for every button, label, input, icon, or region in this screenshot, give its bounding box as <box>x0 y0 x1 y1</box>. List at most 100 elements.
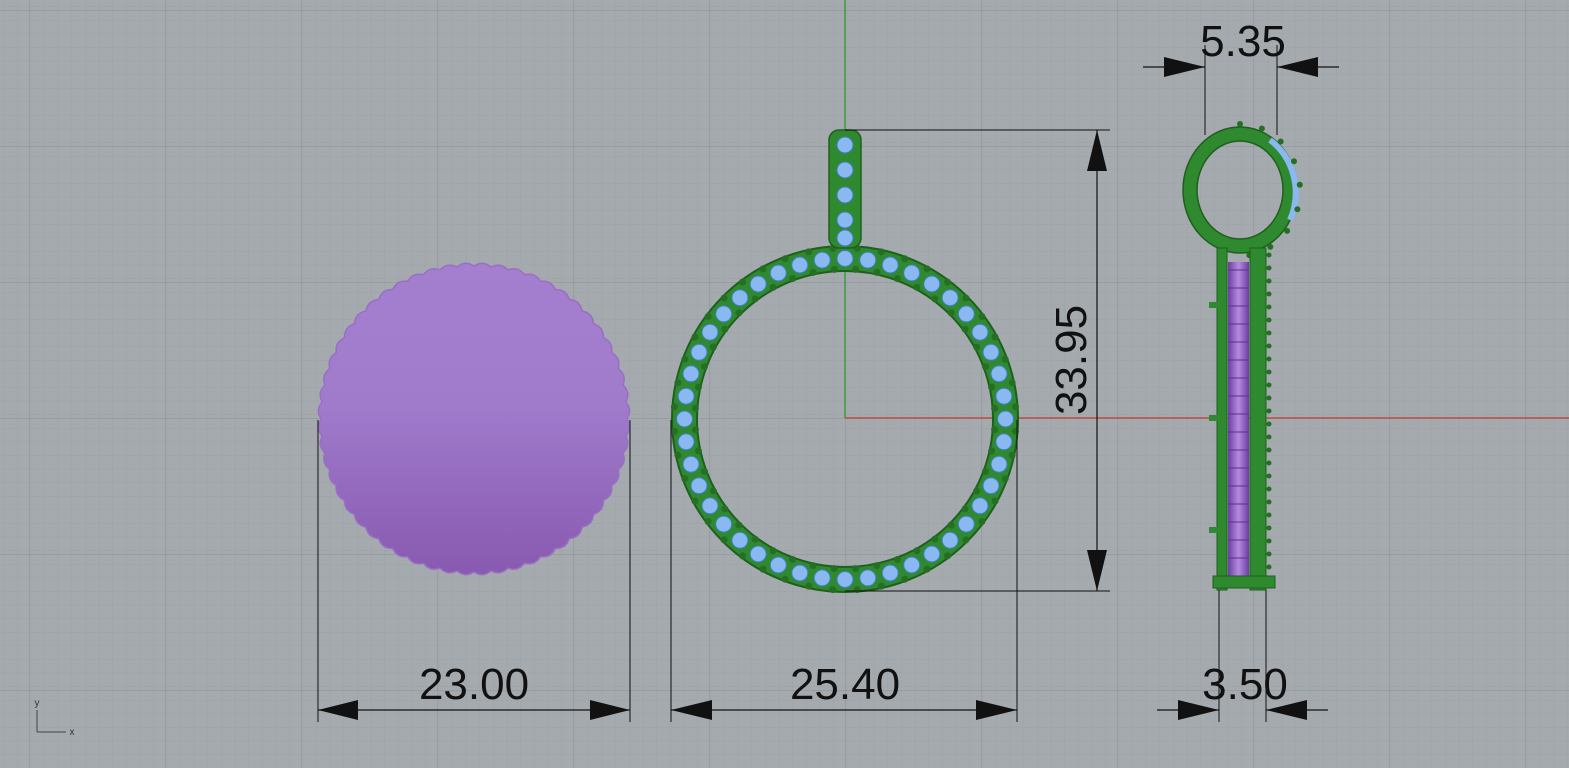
ring-prong <box>769 547 777 555</box>
ring-prong <box>931 295 939 303</box>
ring-prong <box>809 268 817 276</box>
ring-prong <box>704 313 712 320</box>
ring-prong <box>901 255 909 263</box>
ring-prong <box>829 586 837 594</box>
ring-prong <box>704 518 712 525</box>
ring-prong <box>739 278 746 286</box>
ring-prong <box>759 265 767 273</box>
ring-prong <box>913 547 921 555</box>
ring-prong <box>721 505 729 513</box>
ring-prong <box>978 313 986 320</box>
side-tab <box>1209 415 1219 421</box>
side-prong <box>1266 499 1272 505</box>
ring-prong <box>1001 475 1009 483</box>
ring-prong <box>893 556 901 563</box>
ring-prong <box>961 325 969 333</box>
side-base <box>1212 575 1276 589</box>
ring-prong <box>944 552 951 560</box>
ring-prong <box>789 556 797 563</box>
side-prong <box>1266 356 1272 362</box>
ring-stone <box>677 387 695 405</box>
ring-prong <box>805 582 813 590</box>
ring-prong <box>1008 379 1016 387</box>
ring-stone <box>701 323 719 341</box>
ring-prong <box>877 582 885 590</box>
ring-prong <box>694 447 702 455</box>
ring-prong <box>830 265 838 273</box>
ring-stone <box>731 531 749 549</box>
ring-prong <box>991 497 999 505</box>
ring-stone <box>676 410 693 428</box>
side-prong <box>1266 538 1272 544</box>
side-loop-prong <box>1267 243 1274 250</box>
ring-stone <box>813 569 831 587</box>
ring-prong <box>962 536 970 544</box>
grid-background <box>0 0 1569 768</box>
ring-stone <box>881 256 899 274</box>
ring-stone <box>682 455 700 473</box>
ring-prong <box>670 403 678 411</box>
ring-prong <box>1001 355 1009 363</box>
ring-prong <box>923 265 931 273</box>
ring-prong <box>735 521 743 529</box>
viewport-canvas[interactable]: 23.00 25.40 33.95 5.35 3.50 y x <box>0 0 1569 768</box>
ring-stone <box>715 515 733 533</box>
ring-prong <box>720 294 728 302</box>
ring-stone <box>957 305 975 323</box>
ring-prong <box>982 467 989 475</box>
bail-stone <box>836 136 854 154</box>
side-prong <box>1266 382 1272 388</box>
ring-prong <box>1012 403 1020 411</box>
side-prong <box>1266 525 1272 531</box>
ring-prong <box>759 565 767 573</box>
ring-stone <box>859 569 877 587</box>
ring-stone <box>769 556 787 574</box>
side-prong <box>1266 473 1272 479</box>
ring-prong <box>830 565 838 573</box>
ring-prong <box>709 343 717 351</box>
side-prong <box>1266 421 1272 427</box>
ring-stone <box>957 515 975 533</box>
ring-stone <box>995 387 1013 405</box>
ring-stone <box>881 564 899 582</box>
ring-stone <box>903 264 921 282</box>
ring-prong <box>901 575 909 583</box>
ring-prong <box>852 565 860 573</box>
side-loop-prong <box>1291 158 1297 165</box>
side-prong <box>1266 512 1272 518</box>
ring-stone <box>749 545 767 563</box>
ring-prong <box>962 294 970 302</box>
side-loop-prong <box>1296 181 1303 188</box>
ring-prong <box>1008 451 1016 459</box>
side-prong <box>1266 434 1272 440</box>
side-prong <box>1266 252 1272 258</box>
side-loop-prong <box>1258 125 1265 132</box>
ring-prong <box>873 268 881 276</box>
ring-prong <box>853 586 861 594</box>
ring-stone <box>813 251 831 269</box>
ring-stone <box>990 455 1008 473</box>
ring-prong <box>691 426 699 434</box>
side-prong <box>1266 291 1272 297</box>
ring-stone <box>715 305 733 323</box>
ring-prong <box>877 248 885 256</box>
ring-stone <box>923 275 941 293</box>
ring-prong <box>709 487 717 495</box>
dimension-text-side-bottom-width: 3.50 <box>1202 660 1288 709</box>
ring-stone <box>701 497 719 515</box>
ring-prong <box>982 363 989 371</box>
ring-stone <box>682 365 700 383</box>
ring-stone <box>859 251 877 269</box>
ring-prong <box>1012 427 1020 435</box>
ring-stone <box>791 564 809 582</box>
ring-stone <box>971 497 989 515</box>
ring-prong <box>991 426 999 434</box>
ring-prong <box>991 404 999 412</box>
side-rail-right <box>1249 247 1267 591</box>
side-loop-prong <box>1284 227 1291 234</box>
side-prong <box>1266 395 1272 401</box>
ring-prong <box>681 475 689 483</box>
side-gem-strip <box>1228 262 1249 582</box>
ring-prong <box>701 363 708 371</box>
side-prong <box>1266 317 1272 323</box>
